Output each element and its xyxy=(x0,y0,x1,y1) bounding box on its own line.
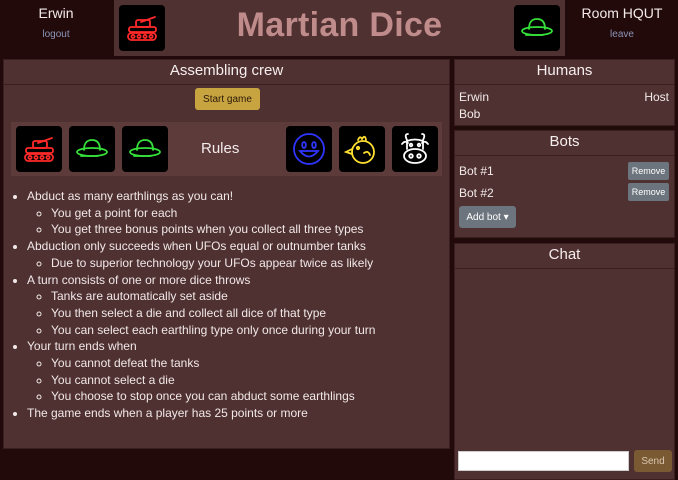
rules-label: Rules xyxy=(201,140,240,157)
main-panel: Assembling crew Start game Rules • Abduc… xyxy=(3,59,450,449)
rule-text: The game ends when a player has 25 point… xyxy=(27,406,308,421)
logout-link[interactable]: logout xyxy=(0,29,112,40)
ufo-die-icon xyxy=(69,126,115,172)
player-name: Erwin xyxy=(38,5,74,21)
start-game-button[interactable]: Start game xyxy=(195,88,260,110)
bot-name: Bot #2 xyxy=(459,186,494,200)
tank-die-icon xyxy=(16,126,62,172)
rule-item: Abduction only succeeds when UFOs equal … xyxy=(27,238,444,271)
rule-subitem: You then select a die and collect all di… xyxy=(51,305,444,322)
ufo-die-icon xyxy=(122,126,168,172)
dice-row: Rules xyxy=(11,122,442,176)
ufo-icon xyxy=(514,5,560,51)
chat-input[interactable] xyxy=(458,451,629,471)
rule-item: A turn consists of one or more dice thro… xyxy=(27,272,444,339)
bot-name: Bot #1 xyxy=(459,164,494,178)
human-player-name: Erwin xyxy=(459,90,490,104)
rule-text: Your turn ends when xyxy=(27,339,137,354)
panel-title: Bots xyxy=(455,131,674,156)
rule-subitem: You get three bonus points when you coll… xyxy=(51,221,444,238)
human-die-icon xyxy=(286,126,332,172)
title-banner: Martian Dice xyxy=(114,0,565,56)
humans-panel: Humans Erwin Host Bob xyxy=(454,59,675,126)
player-header: Erwin logout xyxy=(0,0,112,55)
rule-text: Abduction only succeeds when UFOs equal … xyxy=(27,239,366,254)
rule-item: The game ends when a player has 25 point… xyxy=(27,405,444,422)
add-bot-button[interactable]: Add bot ▾ xyxy=(459,206,516,228)
chicken-die-icon xyxy=(339,126,385,172)
room-header: Room HQUT leave xyxy=(566,0,678,55)
host-badge: Host xyxy=(644,90,669,104)
rules-list: Abduct as many earthlings as you can! Yo… xyxy=(4,188,444,422)
rule-subitem: You cannot defeat the tanks xyxy=(51,355,444,372)
rule-subitem: Tanks are automatically set aside xyxy=(51,288,444,305)
rule-subitem: You cannot select a die xyxy=(51,372,444,389)
rule-subitem: You can select each earthling type only … xyxy=(51,322,444,339)
panel-title: Chat xyxy=(455,244,674,269)
page-title: Martian Dice xyxy=(236,6,443,44)
rule-item: Your turn ends when You cannot defeat th… xyxy=(27,338,444,405)
panel-title: Assembling crew xyxy=(4,60,449,85)
remove-bot-button[interactable]: Remove xyxy=(628,183,669,201)
human-player-name: Bob xyxy=(459,107,481,121)
rule-subitem: You choose to stop once you can abduct s… xyxy=(51,388,444,405)
rule-item: Abduct as many earthlings as you can! Yo… xyxy=(27,188,444,238)
rule-subitem: Due to superior technology your UFOs app… xyxy=(51,255,444,272)
rule-text: Abduct as many earthlings as you can! xyxy=(27,189,234,203)
cow-die-icon xyxy=(392,126,438,172)
bots-panel: Bots Bot #1 Remove Bot #2 Remove Add bot… xyxy=(454,130,675,238)
chat-panel: Chat Send xyxy=(454,243,675,480)
leave-link[interactable]: leave xyxy=(566,29,678,40)
panel-title: Humans xyxy=(455,60,674,85)
remove-bot-button[interactable]: Remove xyxy=(628,162,669,180)
rule-text: A turn consists of one or more dice thro… xyxy=(27,272,251,287)
room-name: Room HQUT xyxy=(581,5,663,21)
send-button[interactable]: Send xyxy=(634,450,672,472)
rule-subitem: You get a point for each xyxy=(51,205,444,222)
